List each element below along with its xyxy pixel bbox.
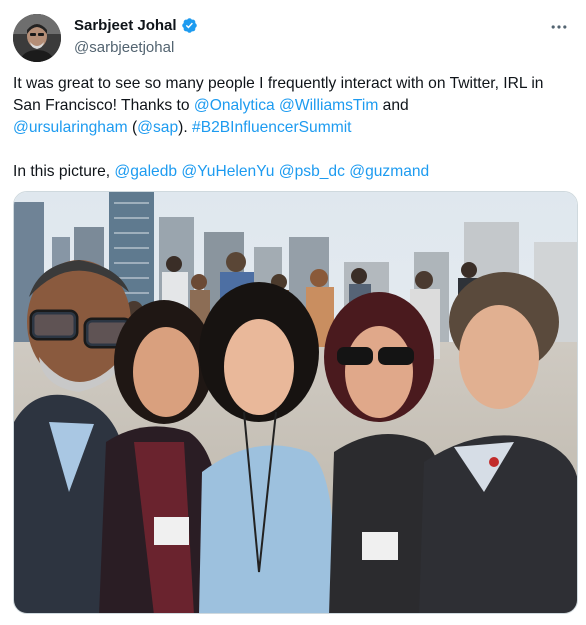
tweet-paragraph-1: It was great to see so many people I fre…	[13, 73, 573, 139]
mention-onalytica[interactable]: @Onalytica	[194, 97, 275, 114]
mention-williamstim[interactable]: @WilliamsTim	[279, 97, 378, 114]
tweet-text: It was great to see so many people I fre…	[13, 73, 573, 183]
profile-photo-icon	[13, 14, 61, 62]
mention-sap[interactable]: @sap	[137, 119, 178, 136]
tweet-text-segment: (	[127, 119, 138, 136]
mention-psb-dc[interactable]: @psb_dc	[279, 163, 345, 180]
mention-ursularingham[interactable]: @ursularingham	[13, 119, 128, 136]
tweet-paragraph-2: In this picture, @galedb @YuHelenYu @psb…	[13, 161, 573, 183]
tweet-text-segment: and	[378, 97, 409, 114]
more-horizontal-icon	[551, 25, 567, 29]
author-handle[interactable]: @sarbjeetjohal	[74, 39, 174, 56]
mention-galedb[interactable]: @galedb	[114, 163, 177, 180]
mention-yuhelenyu[interactable]: @YuHelenYu	[181, 163, 274, 180]
author-avatar[interactable]	[13, 14, 61, 62]
verified-badge-icon	[181, 17, 198, 34]
hashtag-b2binfluencersummit[interactable]: #B2BInfluencerSummit	[192, 119, 351, 136]
tweet-photo[interactable]	[13, 191, 578, 614]
author-display-name[interactable]: Sarbjeet Johal	[74, 17, 177, 34]
tweet-text-segment: ).	[178, 119, 193, 136]
tweet: Sarbjeet Johal @sarbjeetjohal It was gre…	[0, 0, 586, 625]
tweet-text-segment: In this picture,	[13, 163, 115, 180]
mention-guzmand[interactable]: @guzmand	[349, 163, 429, 180]
more-options-button[interactable]	[546, 14, 572, 40]
group-selfie-photo-icon	[14, 192, 577, 613]
author-name-row: Sarbjeet Johal	[74, 17, 198, 34]
